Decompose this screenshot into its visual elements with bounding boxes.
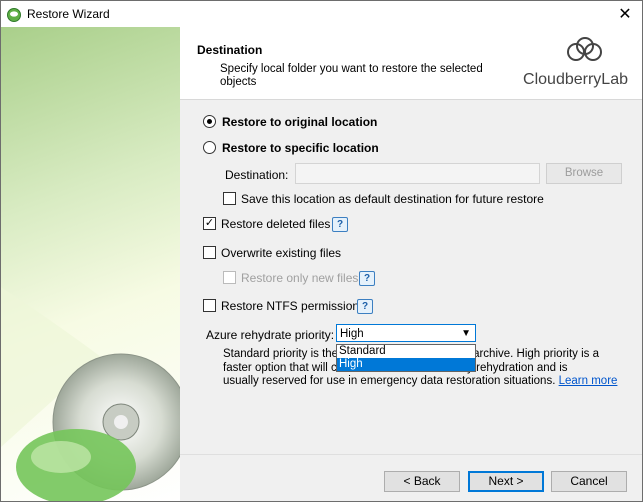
overwrite-existing-checkbox[interactable] <box>203 246 216 259</box>
rehydrate-priority-dropdown: Standard High <box>336 344 476 372</box>
back-button[interactable]: < Back <box>384 471 460 492</box>
rehydrate-desc-line1-start: Standard priority is the <box>223 348 339 360</box>
learn-more-link[interactable]: Learn more <box>559 375 618 387</box>
original-location-label[interactable]: Restore to original location <box>222 115 377 129</box>
rehydrate-desc-line2-start: faster option that will c <box>223 361 337 374</box>
browse-button[interactable]: Browse <box>546 163 622 184</box>
restore-deleted-help-icon[interactable]: ? <box>332 217 348 232</box>
side-banner <box>1 27 180 501</box>
restore-deleted-label[interactable]: Restore deleted files <box>221 217 330 231</box>
overwrite-existing-label[interactable]: Overwrite existing files <box>221 246 341 260</box>
restore-wizard-window: Restore Wizard ✕ Destination Specify loc… <box>0 0 643 502</box>
disc-illustration <box>1 287 180 501</box>
specific-location-radio[interactable] <box>203 141 216 154</box>
restore-only-new-label[interactable]: Restore only new files <box>241 271 358 285</box>
title-bar: Restore Wizard ✕ <box>1 1 642 27</box>
close-icon: ✕ <box>618 6 632 23</box>
save-default-checkbox[interactable] <box>223 192 236 205</box>
rehydrate-option-high[interactable]: High <box>337 358 475 371</box>
restore-ntfs-checkbox[interactable] <box>203 299 216 312</box>
cancel-button[interactable]: Cancel <box>551 471 627 492</box>
specific-location-label[interactable]: Restore to specific location <box>222 141 379 155</box>
window-title: Restore Wizard <box>27 7 110 21</box>
cloudberry-logo-icon <box>567 37 602 61</box>
restore-only-new-help-icon[interactable]: ? <box>359 271 375 286</box>
rehydrate-priority-select[interactable]: High ▼ <box>336 324 476 342</box>
restore-ntfs-help-icon[interactable]: ? <box>357 299 373 314</box>
cloud-app-icon <box>7 8 21 22</box>
destination-label: Destination: <box>225 168 289 182</box>
next-button[interactable]: Next > <box>468 471 544 492</box>
page-subtitle: Specify local folder you want to restore… <box>220 63 483 88</box>
wizard-footer: < Back Next > Cancel <box>180 454 642 501</box>
restore-deleted-checkbox[interactable]: ✓ <box>203 217 216 230</box>
restore-ntfs-label[interactable]: Restore NTFS permissions <box>221 299 365 313</box>
destination-panel: Restore to original location Restore to … <box>180 100 642 454</box>
rehydrate-priority-label: Azure rehydrate priority: <box>206 328 335 342</box>
wizard-header: Destination Specify local folder you wan… <box>180 27 642 100</box>
logo-text: CloudberryLab <box>523 71 628 88</box>
rehydrate-option-standard[interactable]: Standard <box>337 345 475 358</box>
rehydrate-selected-value: High <box>340 328 364 340</box>
close-button[interactable]: ✕ <box>608 1 642 27</box>
restore-only-new-checkbox[interactable] <box>223 271 236 284</box>
rehydrate-desc-line3: usually reserved for use in emergency da… <box>223 375 556 387</box>
save-default-label[interactable]: Save this location as default destinatio… <box>241 192 544 206</box>
rehydrate-desc-line1-end: for archive. High priority is a <box>456 348 599 360</box>
destination-input[interactable] <box>295 163 540 184</box>
original-location-radio[interactable] <box>203 115 216 128</box>
chevron-down-icon: ▼ <box>461 328 471 339</box>
page-title: Destination <box>197 43 263 57</box>
